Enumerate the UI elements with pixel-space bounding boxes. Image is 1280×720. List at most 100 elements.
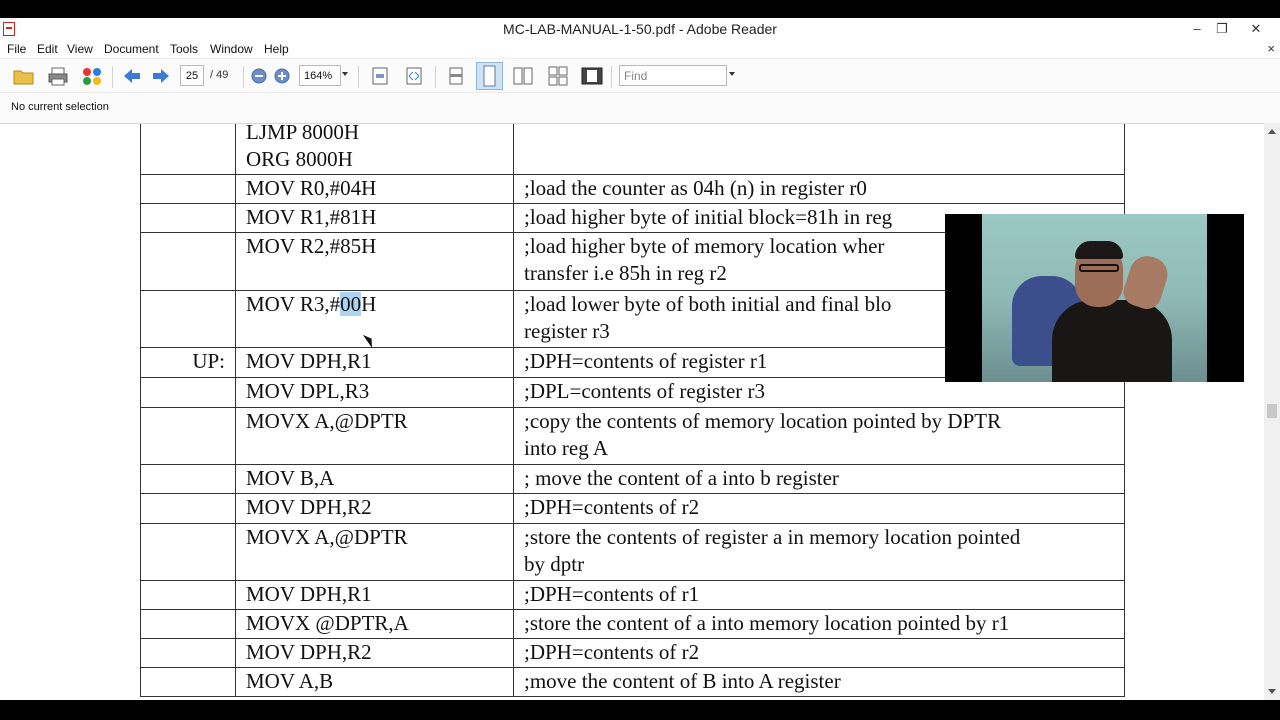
- title-bar: MC-LAB-MANUAL-1-50.pdf - Adobe Reader – …: [0, 18, 1280, 40]
- code-row: LJMP 8000H ORG 8000H: [140, 123, 1125, 175]
- label-cell: [140, 232, 236, 291]
- code-row: MOVX A,@DPTR ;store the contents of regis…: [140, 523, 1125, 581]
- read-mode-icon[interactable]: [581, 66, 603, 86]
- zoom-dropdown-icon[interactable]: [342, 72, 348, 76]
- label-cell: [140, 290, 236, 348]
- comment-text: ;DPL=contents of register r3: [524, 379, 766, 403]
- bottom-letterbox: [0, 700, 1280, 720]
- scroll-up-icon[interactable]: [1268, 129, 1276, 134]
- comment-cell: ;load the counter as 04h (n) in register…: [513, 174, 1125, 204]
- instruction-text: MOVX @DPTR,A: [246, 611, 409, 635]
- label-cell: [140, 493, 236, 524]
- restore-button[interactable]: ❐: [1210, 20, 1234, 38]
- selection-status-text: No current selection: [11, 101, 109, 113]
- code-row: MOV B,A ; move the content of a into b re…: [140, 464, 1125, 494]
- webcam-scene: [982, 214, 1207, 382]
- presenter-body: [1052, 300, 1172, 382]
- find-dropdown-icon[interactable]: [729, 72, 735, 76]
- page-number-input[interactable]: 25: [180, 65, 204, 86]
- next-page-icon[interactable]: [150, 66, 172, 86]
- single-page-icon[interactable]: [445, 66, 467, 86]
- two-page-icon[interactable]: [512, 66, 534, 86]
- toolbar-separator: [358, 66, 359, 88]
- comment-cell: ;DPH=contents of r2: [513, 493, 1125, 524]
- close-button[interactable]: ✕: [1244, 20, 1268, 38]
- label-cell: [140, 377, 236, 408]
- collaborate-icon[interactable]: [81, 66, 103, 86]
- instruction-text: MOV R2,#85H: [246, 234, 377, 258]
- instruction-text: LJMP 8000H: [246, 123, 359, 144]
- zoom-in-icon[interactable]: [272, 66, 294, 86]
- window-title: MC-LAB-MANUAL-1-50.pdf - Adobe Reader: [503, 21, 777, 37]
- label-cell: [140, 638, 236, 668]
- instruction-cell: MOVX A,@DPTR: [235, 407, 514, 465]
- vertical-scrollbar[interactable]: [1264, 123, 1280, 700]
- code-row: MOV R0,#04H ;load the counter as 04h (n) …: [140, 174, 1125, 204]
- text-selection-highlight: 00: [340, 292, 362, 316]
- instruction-cell: MOV R1,#81H: [235, 203, 514, 233]
- menu-help[interactable]: Help: [264, 42, 289, 56]
- instruction-text: MOV DPL,R3: [246, 379, 370, 403]
- instruction-text: MOVX A,@DPTR: [246, 409, 408, 433]
- previous-page-icon[interactable]: [121, 66, 143, 86]
- zoom-out-icon[interactable]: [249, 66, 271, 86]
- instruction-cell: MOV DPL,R3: [235, 377, 514, 408]
- comment-cell: ;DPL=contents of register r3: [513, 377, 1125, 408]
- instruction-cell: MOV R3,#00H: [235, 290, 514, 348]
- page-total: / 49: [210, 69, 229, 81]
- two-page-continuous-icon[interactable]: [547, 66, 569, 86]
- code-row: MOV DPH,R1 ;DPH=contents of r1: [140, 580, 1125, 610]
- document-viewport[interactable]: LJMP 8000H ORG 8000H MOV R0,#04H ;load the …: [0, 123, 1264, 700]
- scrollbar-thumb[interactable]: [1267, 404, 1277, 418]
- comment-cell: ;store the contents of register a in mem…: [513, 523, 1125, 581]
- fit-width-icon[interactable]: [403, 66, 425, 86]
- comment-text: ;store the contents of register a in mem…: [524, 525, 1021, 549]
- comment-text: ;DPH=contents of r2: [524, 640, 700, 664]
- print-icon[interactable]: [47, 66, 69, 86]
- code-row: MOVX @DPTR,A ;store the content of a into…: [140, 609, 1125, 639]
- toolbar-separator: [435, 66, 436, 88]
- instruction-cell: MOVX A,@DPTR: [235, 523, 514, 581]
- continuous-icon[interactable]: [476, 62, 503, 90]
- instruction-text: MOV B,A: [246, 466, 335, 490]
- instruction-text: MOV A,B: [246, 669, 334, 693]
- code-row: MOV DPL,R3 ;DPL=contents of register r3: [140, 377, 1125, 408]
- menu-window[interactable]: Window: [210, 42, 253, 56]
- comment-cell: ;DPH=contents of r1: [513, 580, 1125, 610]
- instruction-cell: MOV A,B: [235, 667, 514, 697]
- comment-text: into reg A: [524, 436, 608, 460]
- instruction-text: MOV DPH,R2: [246, 495, 372, 519]
- instruction-text: MOV R0,#04H: [246, 176, 377, 200]
- label-cell: [140, 667, 236, 697]
- menu-file[interactable]: File: [7, 42, 26, 56]
- instruction-cell: MOV B,A: [235, 464, 514, 494]
- find-input[interactable]: Find: [619, 65, 727, 86]
- instruction-cell: MOV DPH,R1: [235, 580, 514, 610]
- toolbar-separator: [112, 66, 113, 88]
- comment-text: ;store the content of a into memory loca…: [524, 611, 1010, 635]
- scroll-down-icon[interactable]: [1268, 689, 1276, 694]
- comment-text: ;DPH=contents of r2: [524, 495, 700, 519]
- instruction-cell: MOV R0,#04H: [235, 174, 514, 204]
- menu-bar: File Edit View Document Tools Window Hel…: [0, 40, 1280, 58]
- label-cell: [140, 174, 236, 204]
- instruction-cell: LJMP 8000H ORG 8000H: [235, 123, 514, 175]
- menu-edit[interactable]: Edit: [37, 42, 58, 56]
- menu-view[interactable]: View: [67, 42, 93, 56]
- fit-page-icon[interactable]: [369, 66, 391, 86]
- zoom-level-input[interactable]: 164%: [299, 65, 341, 86]
- comment-text: ;copy the contents of memory location po…: [524, 409, 1002, 433]
- open-folder-icon[interactable]: [13, 66, 35, 86]
- code-label: UP:: [192, 349, 225, 373]
- label-cell: [140, 523, 236, 581]
- menu-tools[interactable]: Tools: [170, 42, 198, 56]
- document-close-button[interactable]: ×: [1267, 41, 1275, 56]
- instruction-text: ORG 8000H: [246, 147, 353, 171]
- instruction-cell: MOV R2,#85H: [235, 232, 514, 291]
- minimize-button[interactable]: –: [1185, 20, 1209, 38]
- comment-text: ;DPH=contents of r1: [524, 582, 700, 606]
- instruction-cell: MOV DPH,R2: [235, 493, 514, 524]
- instruction-text: MOV R3,#00H: [246, 292, 377, 316]
- menu-document[interactable]: Document: [104, 42, 159, 56]
- comment-text: by dptr: [524, 552, 585, 576]
